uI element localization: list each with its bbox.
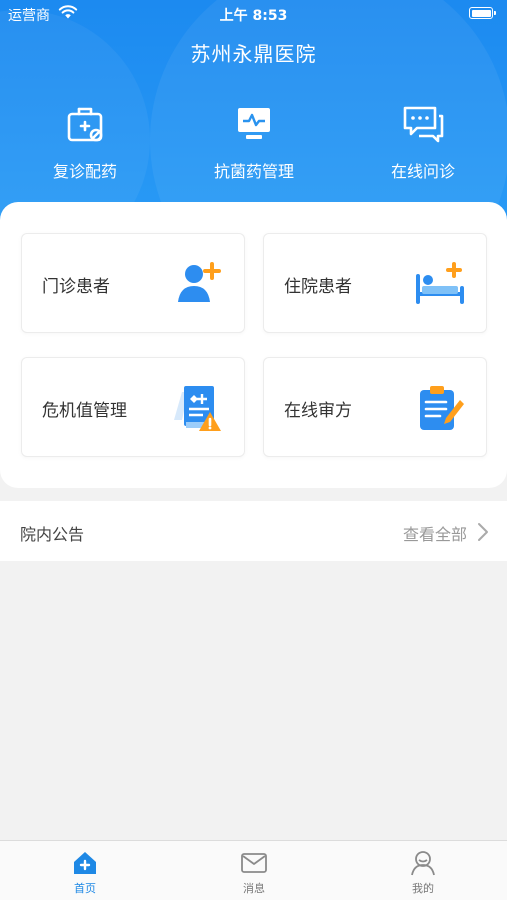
mail-icon <box>240 849 268 877</box>
clipboard-pen-icon <box>414 382 466 434</box>
tab-messages[interactable]: 消息 <box>214 849 294 896</box>
status-bar: 运营商 上午 8:53 <box>0 0 507 28</box>
quick-action-refill[interactable]: 复诊配药 <box>15 100 155 182</box>
chevron-right-icon <box>477 522 489 542</box>
tab-profile[interactable]: 我的 <box>383 849 463 896</box>
view-all-link[interactable]: 查看全部 <box>403 521 467 545</box>
tile-label: 门诊患者 <box>42 277 110 297</box>
function-card: 门诊患者 住院患者 危机值管理 在线审方 <box>0 202 507 488</box>
monitor-pulse-icon <box>230 100 278 148</box>
home-icon <box>71 849 99 877</box>
hospital-bed-icon <box>414 258 466 310</box>
tile-outpatient[interactable]: 门诊患者 <box>21 233 245 333</box>
tab-home[interactable]: 首页 <box>45 849 125 896</box>
tab-bar: 首页 消息 我的 <box>0 840 507 900</box>
tile-label: 危机值管理 <box>42 401 127 421</box>
tab-label: 我的 <box>412 882 434 895</box>
tab-label: 消息 <box>243 882 265 895</box>
notice-title: 院内公告 <box>20 525 85 544</box>
notice-bar[interactable]: 院内公告 查看全部 <box>0 501 507 561</box>
medical-bag-icon <box>61 100 109 148</box>
tile-prescription-review[interactable]: 在线审方 <box>263 357 487 457</box>
tile-label: 在线审方 <box>284 401 352 421</box>
clock: 上午 8:53 <box>219 8 288 24</box>
quick-action-consult[interactable]: 在线问诊 <box>353 100 493 182</box>
page-title: 苏州永鼎医院 <box>190 42 317 66</box>
quick-action-antibiotics[interactable]: 抗菌药管理 <box>184 100 324 182</box>
tab-label: 首页 <box>74 882 96 895</box>
battery-icon <box>469 7 496 19</box>
chat-bubbles-icon <box>399 100 447 148</box>
tile-inpatient[interactable]: 住院患者 <box>263 233 487 333</box>
tile-critical-values[interactable]: 危机值管理 <box>21 357 245 457</box>
quick-action-label: 抗菌药管理 <box>213 162 294 181</box>
quick-action-label: 复诊配药 <box>52 162 117 181</box>
warning-report-icon <box>172 382 224 434</box>
tile-label: 住院患者 <box>284 277 352 297</box>
user-icon <box>409 849 437 877</box>
quick-action-label: 在线问诊 <box>390 162 455 181</box>
add-patient-icon <box>172 258 224 310</box>
